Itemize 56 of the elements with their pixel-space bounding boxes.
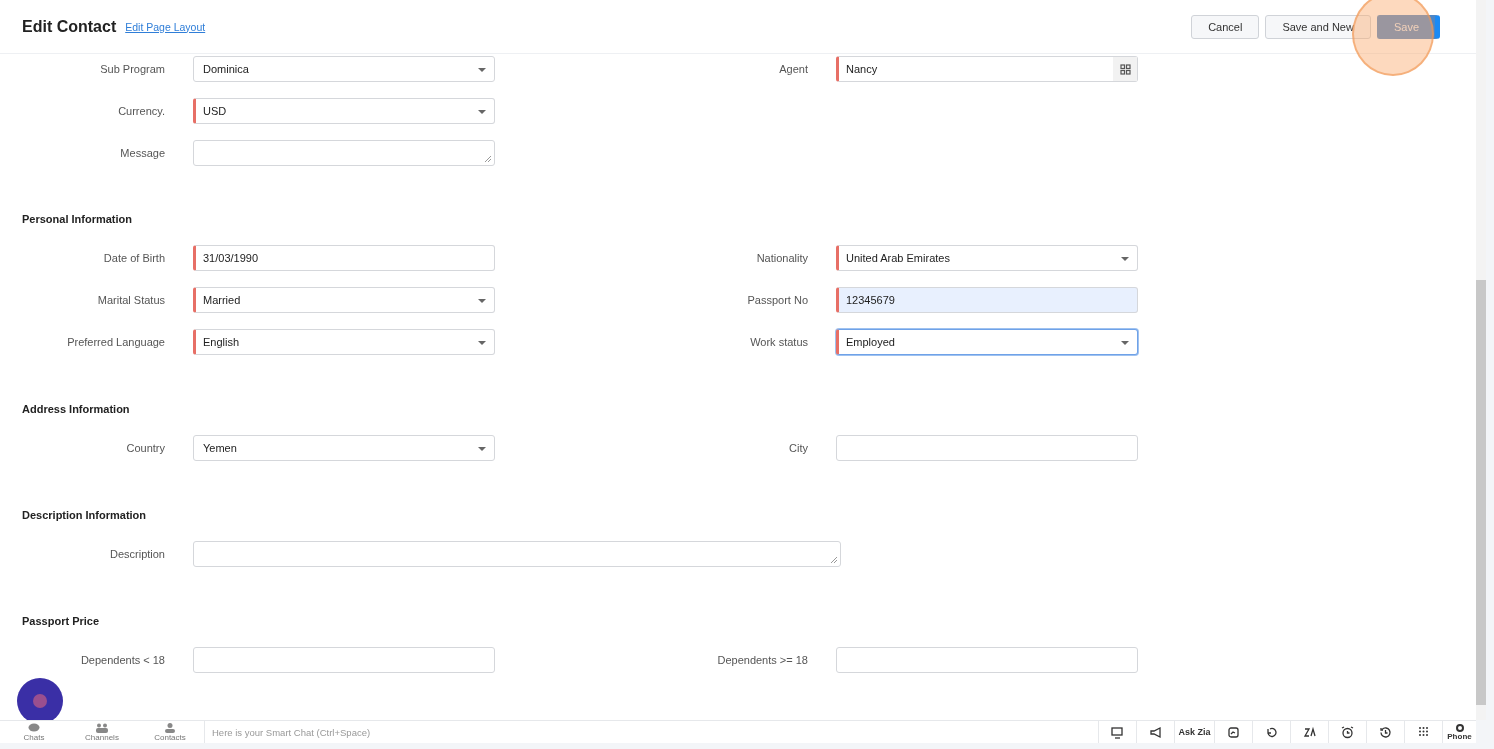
field-label: Marital Status (96, 293, 166, 308)
edit-layout-link[interactable]: Edit Page Layout (125, 20, 206, 33)
dropdown-field[interactable]: Yemen (193, 435, 495, 461)
scrollbar[interactable] (1476, 0, 1486, 720)
input-field[interactable]: 31/03/1990 (193, 245, 495, 271)
ring-icon (1455, 723, 1464, 732)
field-label: Sub Program (99, 62, 166, 77)
section-title: Personal Information (21, 213, 134, 227)
dropdown-field[interactable]: Dominica (193, 56, 495, 82)
section-title: Description Information (21, 509, 148, 523)
field-label: Date of Birth (102, 251, 166, 266)
person-icon (164, 722, 176, 733)
dropdown-field[interactable]: United Arab Emirates (836, 245, 1138, 271)
field-label: Dependents < 18 (79, 653, 166, 668)
dropdown-field[interactable]: Married (193, 287, 495, 313)
field-label: Dependents >= 18 (716, 653, 809, 668)
field-label: Nationality (755, 251, 809, 266)
header-button[interactable]: Cancel (1191, 14, 1260, 39)
caret-icon (478, 110, 486, 114)
caret-icon (478, 447, 486, 451)
section-title: Passport Price (21, 615, 101, 629)
bottom-tab[interactable]: Chats (0, 721, 68, 743)
page-title: Edit Contact (22, 17, 117, 36)
caret-icon (1121, 341, 1129, 345)
field-label: Currency. (117, 104, 166, 119)
field-label: Work status (749, 335, 809, 350)
group-icon (96, 722, 108, 733)
ask-zia-button[interactable]: Ask Zia (1174, 721, 1214, 743)
field-label: City (788, 441, 809, 456)
input-field[interactable] (193, 647, 495, 673)
dropdown-field[interactable]: USD (193, 98, 495, 124)
caret-icon (478, 299, 486, 303)
caret-icon (1121, 257, 1129, 261)
dropdown-field[interactable]: Employed (836, 329, 1138, 355)
field-label: Message (119, 146, 166, 161)
field-label: Agent (778, 62, 809, 77)
bottom-tab[interactable]: Channels (68, 721, 136, 743)
caret-icon (478, 68, 486, 72)
field-label: Passport No (746, 293, 809, 308)
input-field[interactable]: Nancy (836, 56, 1138, 82)
dropdown-field[interactable]: English (193, 329, 495, 355)
field-label: Preferred Language (66, 335, 166, 350)
resize-grip-icon (830, 556, 837, 563)
field-label: Description (108, 547, 166, 562)
lookup-button[interactable] (1113, 57, 1137, 81)
bottom-tab[interactable]: Contacts (136, 721, 204, 743)
caret-icon (478, 341, 486, 345)
section-title: Address Information (21, 403, 131, 417)
grid-icon (1119, 63, 1131, 75)
field-label: Country (125, 441, 166, 456)
speech-bubble-icon (28, 722, 40, 733)
input-field[interactable] (836, 435, 1138, 461)
header-button[interactable]: Save and New (1265, 14, 1371, 39)
input-field[interactable]: 12345679 (836, 287, 1138, 313)
input-field[interactable] (836, 647, 1138, 673)
resize-grip-icon (484, 155, 491, 162)
